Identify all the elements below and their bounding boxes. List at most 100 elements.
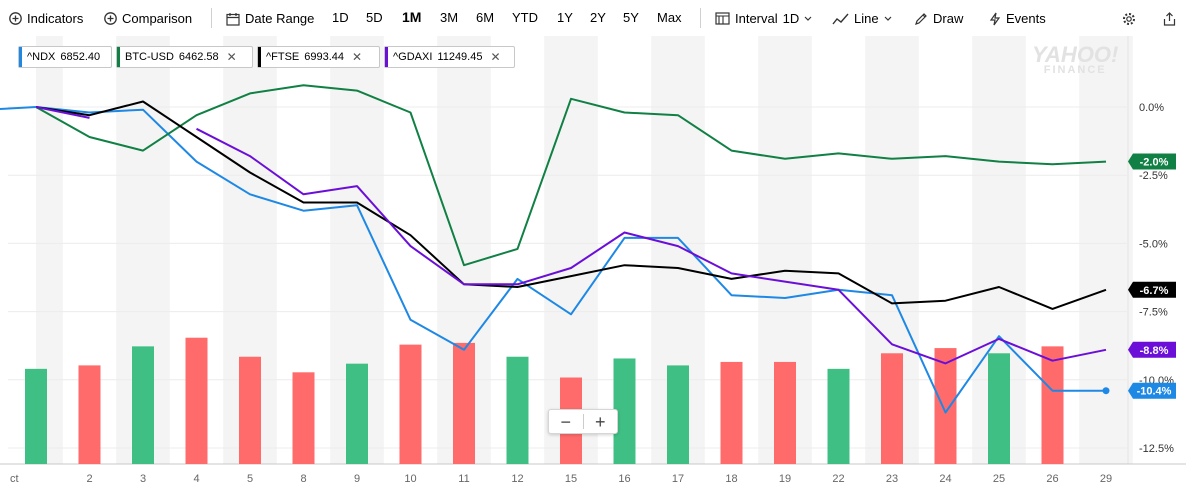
x-tick-label: 15 [565,473,577,485]
zoom-in-button[interactable]: + [584,411,618,433]
zoom-out-button[interactable]: − [549,411,583,433]
volume-bar [292,372,315,464]
yahoo-finance-watermark: YAHOO! FINANCE [1032,42,1118,76]
close-icon[interactable]: ✕ [490,50,500,64]
date-range-button[interactable]: Date Range [226,10,314,27]
chip-gdaxi[interactable]: ^GDAXI 11249.45 ✕ [384,46,515,68]
interval-label: Interval [735,11,778,26]
volume-bar [185,337,208,464]
events-label: Events [1006,11,1046,26]
x-tick-label: ct [10,473,19,485]
pencil-icon [915,12,927,25]
chevron-down-icon [884,16,892,21]
range-3m[interactable]: 3M [440,10,458,25]
share-button[interactable] [1163,10,1176,27]
chart-type-dropdown[interactable]: Line [832,10,892,27]
volume-bar [774,361,796,464]
comparison-button[interactable]: Comparison [104,10,192,27]
lightning-icon [989,12,1001,25]
chip-btc-usd[interactable]: BTC-USD 6462.58 ✕ [116,46,253,68]
volume-bar [239,356,261,464]
x-tick-label: 22 [832,473,844,485]
x-tick-label: 26 [1046,473,1058,485]
x-tick-label: 17 [672,473,684,485]
draw-label: Draw [933,11,964,26]
chip-ftse[interactable]: ^FTSE 6993.44 ✕ [257,46,380,68]
series-line-ndx-lead [0,106,37,110]
toolbar-divider [700,8,701,28]
chip-color-bar [117,47,120,67]
chip-symbol: ^NDX [27,51,56,63]
range-6m[interactable]: 6M [476,10,494,25]
x-tick-label: 25 [993,473,1005,485]
chip-symbol: BTC-USD [125,51,174,63]
watermark-line2: FINANCE [1043,64,1107,76]
volume-bar [25,368,47,464]
range-ytd[interactable]: YTD [512,10,538,25]
indicators-button[interactable]: Indicators [9,10,83,27]
range-1y[interactable]: 1Y [557,10,573,25]
interval-value: 1D [782,11,800,26]
volume-bar [827,368,850,464]
x-tick-label: 11 [458,473,469,485]
x-tick-label: 4 [193,473,199,485]
close-icon[interactable]: ✕ [227,50,237,64]
y-tick-label: -2.5% [1139,170,1168,182]
end-label-text: -6.7% [1140,285,1169,297]
chip-color-bar [258,47,261,67]
chip-ndx[interactable]: ^NDX 6852.40 [18,46,112,68]
draw-button[interactable]: Draw [914,10,963,27]
volume-bar [988,353,1010,464]
volume-bar [667,365,689,464]
x-tick-label: 3 [140,473,146,485]
close-icon[interactable]: ✕ [352,50,362,64]
y-tick-label: -5.0% [1139,238,1168,250]
column-band [1079,36,1133,464]
events-button[interactable]: Events [989,10,1046,27]
x-tick-label: 12 [511,473,523,485]
chip-value: 6993.44 [304,51,345,63]
volume-bar [346,363,368,464]
x-tick-label: 5 [247,473,253,485]
chevron-down-icon [804,16,812,21]
end-label-text: -2.0% [1140,157,1169,169]
x-tick-label: 29 [1100,473,1112,485]
chart-type-label: Line [854,11,879,26]
chip-value: 6852.40 [60,51,101,63]
toolbar-divider [211,8,212,28]
indicators-label: Indicators [27,11,84,26]
gear-icon [1123,12,1135,25]
y-tick-label: -12.5% [1139,443,1174,455]
x-tick-label: 2 [86,473,92,485]
line-chart-icon [832,13,849,24]
x-tick-label: 10 [404,473,416,485]
series-end-dot [1102,387,1110,395]
range-2y[interactable]: 2Y [590,10,606,25]
date-range-label: Date Range [245,11,315,26]
end-label-ndx: -10.4% [1128,382,1176,399]
chip-symbol: ^GDAXI [393,51,433,63]
settings-button[interactable] [1122,10,1136,27]
chip-color-bar [385,47,388,67]
range-1m[interactable]: 1M [402,9,421,25]
chip-symbol: ^FTSE [266,51,300,63]
end-label-gdaxi: -8.8% [1128,341,1176,358]
plus-circle-icon [104,12,117,25]
volume-bar [78,365,101,464]
x-axis: ct 2 3 4 5 8 9 10 11 12 15 16 17 18 19 22 23 24 25 26 29 [10,473,1112,485]
range-5y[interactable]: 5Y [623,10,639,25]
volume-bar [720,361,743,464]
interval-dropdown[interactable]: Interval 1D [715,10,812,27]
x-tick-label: 8 [300,473,306,485]
range-max[interactable]: Max [657,10,682,25]
volume-bar [132,346,154,464]
y-tick-label: -7.5% [1139,307,1168,319]
chip-color-bar [19,47,22,67]
chip-value: 11249.45 [437,51,483,63]
range-5d[interactable]: 5D [366,10,383,25]
end-label-btcusd: -2.0% [1128,153,1176,170]
chart-toolbar: Indicators Comparison Date Range 1D 5D 1… [0,0,1186,36]
interval-icon [715,12,730,25]
volume-bar [881,353,903,464]
range-1d[interactable]: 1D [332,10,349,25]
